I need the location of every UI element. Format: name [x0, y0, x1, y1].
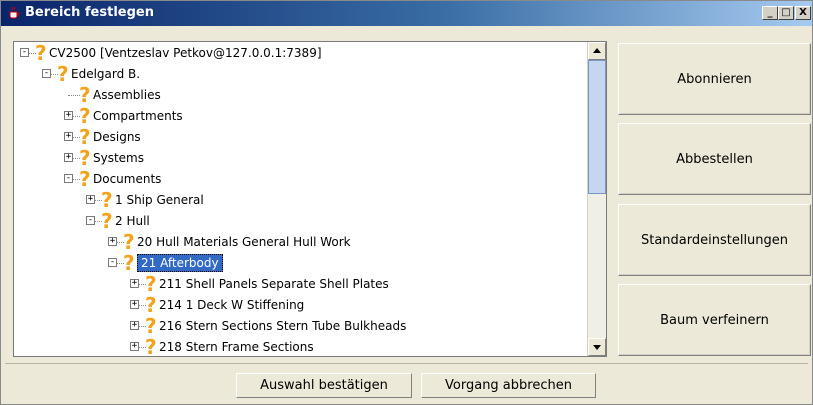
tree-node-label[interactable]: Assemblies: [93, 85, 161, 105]
question-icon: ?: [79, 167, 91, 191]
question-icon: ?: [57, 62, 69, 86]
tree-node[interactable]: +? 1 Ship General: [14, 190, 584, 210]
tree-node-label[interactable]: Systems: [93, 148, 144, 168]
title-bar[interactable]: Bereich festlegen _ □ X: [1, 1, 812, 26]
expand-toggle-icon[interactable]: +: [130, 279, 139, 288]
scroll-thumb[interactable]: [588, 60, 606, 194]
tree-node-label[interactable]: 2 Hull: [115, 211, 150, 231]
question-icon: ?: [123, 230, 135, 254]
tree-node-label[interactable]: CV2500 [Ventzeslav Petkov@127.0.0.1:7389…: [49, 43, 322, 63]
question-icon: ?: [79, 104, 91, 128]
tree-node[interactable]: +? 218 Stern Frame Sections: [14, 337, 584, 356]
collapse-toggle-icon[interactable]: -: [20, 48, 29, 57]
tree-node[interactable]: -? 2 Hull: [14, 211, 584, 231]
dialog-window: Bereich festlegen _ □ X -? CV2500 [Ventze…: [0, 0, 813, 405]
expand-toggle-icon[interactable]: +: [86, 195, 95, 204]
tree-node-label[interactable]: 216 Stern Sections Stern Tube Bulkheads: [159, 316, 406, 336]
scroll-down-button[interactable]: [588, 338, 606, 356]
tree-panel: -? CV2500 [Ventzeslav Petkov@127.0.0.1:73…: [13, 41, 607, 357]
unsubscribe-button[interactable]: Abbestellen: [618, 123, 811, 195]
tree-node[interactable]: +? Systems: [14, 148, 584, 168]
defaults-button[interactable]: Standardeinstellungen: [618, 204, 811, 276]
tree-node-label[interactable]: 211 Shell Panels Separate Shell Plates: [159, 274, 389, 294]
arrow-down-icon: [593, 345, 601, 350]
collapse-toggle-icon[interactable]: -: [64, 174, 73, 183]
cancel-operation-button[interactable]: Vorgang abbrechen: [421, 373, 596, 398]
collapse-toggle-icon[interactable]: -: [42, 69, 51, 78]
tree-node-label[interactable]: 21 Afterbody: [137, 254, 223, 272]
question-icon: ?: [79, 125, 91, 149]
tree-node-label[interactable]: Compartments: [93, 106, 183, 126]
tree-node-label[interactable]: Documents: [93, 169, 161, 189]
question-icon: ?: [145, 314, 157, 338]
question-icon: ?: [35, 42, 47, 65]
tree-view[interactable]: -? CV2500 [Ventzeslav Petkov@127.0.0.1:73…: [14, 42, 588, 356]
footer-divider: [5, 363, 808, 364]
scroll-up-button[interactable]: [588, 42, 606, 60]
expand-toggle-icon[interactable]: +: [130, 321, 139, 330]
tree-node[interactable]: +? 214 1 Deck W Stiffening: [14, 295, 584, 315]
question-icon: ?: [145, 293, 157, 317]
tree-node-label[interactable]: 20 Hull Materials General Hull Work: [137, 232, 351, 252]
tree-node[interactable]: +? Designs: [14, 127, 584, 147]
refine-tree-button[interactable]: Baum verfeinern: [618, 284, 811, 356]
tree-node-label[interactable]: 1 Ship General: [115, 190, 204, 210]
expand-toggle-icon[interactable]: +: [130, 342, 139, 351]
tree-node[interactable]: +? 216 Stern Sections Stern Tube Bulkhead…: [14, 316, 584, 336]
tree-node[interactable]: +? Compartments: [14, 106, 584, 126]
tree-node[interactable]: +? 20 Hull Materials General Hull Work: [14, 232, 584, 252]
expand-toggle-icon[interactable]: +: [64, 132, 73, 141]
tree-node[interactable]: -? Edelgard B.: [14, 64, 584, 84]
tree-node-label[interactable]: 214 1 Deck W Stiffening: [159, 295, 304, 315]
tree-node[interactable]: -? 21 Afterbody: [14, 253, 584, 273]
tree-node[interactable]: ? Assemblies: [14, 85, 584, 105]
expand-toggle-icon[interactable]: +: [64, 111, 73, 120]
question-icon: ?: [79, 146, 91, 170]
arrow-up-icon: [593, 48, 601, 53]
question-icon: ?: [101, 188, 113, 212]
question-icon: ?: [145, 272, 157, 296]
question-icon: ?: [123, 251, 135, 275]
question-icon: ?: [145, 335, 157, 356]
close-button[interactable]: X: [795, 6, 811, 20]
subscribe-button[interactable]: Abonnieren: [618, 43, 811, 115]
minimize-button[interactable]: _: [762, 6, 778, 20]
vertical-scrollbar[interactable]: [587, 42, 606, 356]
tree-node[interactable]: +? 211 Shell Panels Separate Shell Plates: [14, 274, 584, 294]
tree-node-label[interactable]: 218 Stern Frame Sections: [159, 337, 314, 356]
expand-toggle-icon[interactable]: +: [108, 237, 117, 246]
tree-node-label[interactable]: Edelgard B.: [71, 64, 140, 84]
maximize-button[interactable]: □: [778, 6, 794, 20]
tree-node[interactable]: -? CV2500 [Ventzeslav Petkov@127.0.0.1:73…: [14, 43, 584, 63]
expand-toggle-icon[interactable]: +: [130, 300, 139, 309]
expand-toggle-icon[interactable]: +: [64, 153, 73, 162]
confirm-selection-button[interactable]: Auswahl bestätigen: [236, 373, 412, 398]
java-cup-icon: [9, 6, 20, 19]
window-title: Bereich festlegen: [25, 5, 154, 20]
tree-node[interactable]: -? Documents: [14, 169, 584, 189]
tree-node-label[interactable]: Designs: [93, 127, 141, 147]
question-icon: ?: [101, 209, 113, 233]
question-icon: ?: [79, 83, 91, 107]
collapse-toggle-icon[interactable]: -: [108, 258, 117, 267]
collapse-toggle-icon[interactable]: -: [86, 216, 95, 225]
